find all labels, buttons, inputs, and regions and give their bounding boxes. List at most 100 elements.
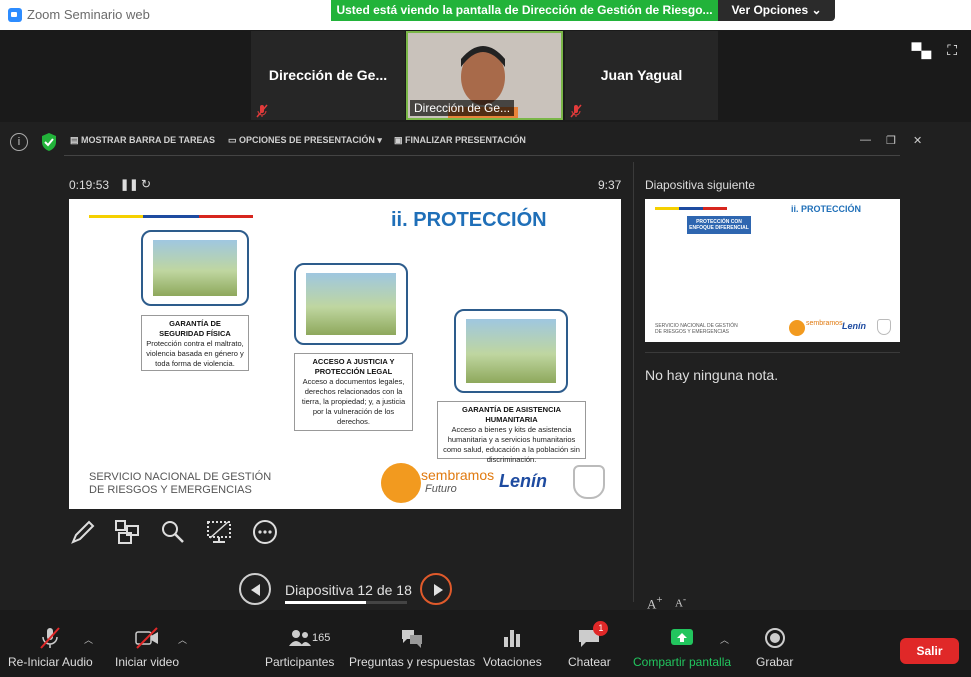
pen-icon[interactable] (69, 518, 97, 546)
participants-count: 165 (312, 632, 331, 644)
polls-label: Votaciones (483, 655, 542, 669)
black-screen-icon[interactable] (205, 518, 233, 546)
mic-muted-icon (40, 627, 61, 649)
flag-stripe (89, 215, 253, 218)
speaker-notes: No hay ninguna nota. (645, 367, 779, 383)
qa-bubbles-icon (402, 630, 423, 648)
next-slide-label: Diapositiva siguiente (645, 178, 756, 192)
chat-button[interactable]: 1 Chatear (568, 621, 611, 669)
org-line: DE RIESGOS Y EMERGENCIAS (89, 484, 252, 496)
justice-illustration (294, 263, 408, 345)
qa-button[interactable]: Preguntas y respuestas (349, 627, 475, 669)
organization-name: SERVICIO NACIONAL DE GESTIÓN DE RIESGOS … (89, 471, 271, 497)
participant-tile-left[interactable]: Dirección de Ge... (251, 31, 405, 120)
coat-of-arms-icon (573, 465, 605, 499)
logo-subtext: Futuro (425, 483, 457, 495)
logo-text: sembramos (421, 467, 495, 483)
audio-label: Re-Iniciar Audio (8, 655, 93, 669)
record-label: Grabar (756, 655, 794, 669)
restore-icon[interactable]: ❐ (886, 134, 896, 147)
card-security: GARANTÍA DE SEGURIDAD FÍSICA Protección … (141, 315, 249, 371)
record-button[interactable]: Grabar (756, 627, 793, 669)
presenter-toolbar: i ▤ MOSTRAR BARRA DE TAREAS ▭ OPCIONES D… (0, 130, 922, 154)
next-slide-button[interactable] (420, 573, 452, 605)
card-body: Acceso a bienes y kits de asistencia hum… (443, 425, 580, 464)
qa-label: Preguntas y respuestas (349, 655, 476, 669)
info-icon[interactable]: i (10, 133, 28, 151)
chat-icon: 1 (576, 621, 609, 649)
signature-logo: Lenín (499, 471, 547, 491)
clock: 9:37 (598, 178, 622, 192)
participants-icon (288, 630, 311, 646)
participants-label: Participantes (265, 655, 335, 669)
window-title: Zoom Seminario web (27, 7, 150, 22)
panel-divider[interactable] (633, 162, 634, 602)
chat-badge: 1 (593, 621, 609, 636)
audio-options-chevron-icon[interactable]: ︿ (84, 633, 93, 646)
zoom-logo-icon (8, 8, 22, 22)
fullscreen-icon[interactable]: ⛶ (947, 42, 957, 58)
leave-button[interactable]: Salir (900, 638, 959, 664)
notes-divider (645, 352, 900, 353)
video-options-chevron-icon[interactable]: ︿ (178, 633, 187, 646)
logo-text: sembramos (806, 320, 843, 327)
tree-logo-icon (381, 463, 421, 503)
card-body: Protección contra el maltrato, violencia… (146, 339, 244, 368)
more-options-icon[interactable] (251, 518, 279, 546)
zoom-magnifier-icon[interactable] (159, 518, 187, 546)
slide-title: ii. PROTECCIÓN (391, 209, 547, 231)
card-humanitarian: GARANTÍA DE ASISTENCIA HUMANITARIA Acces… (437, 401, 586, 464)
slide-progress-bar (285, 601, 407, 604)
participant-video-tile[interactable]: Dirección de Ge... (406, 31, 563, 120)
card-justice: ACCESO A JUSTICIA Y PROTECCIÓN LEGAL Acc… (294, 353, 413, 431)
decrease-font-icon[interactable]: A- (675, 594, 686, 610)
card-heading: GARANTÍA DE ASISTENCIA HUMANITARIA (461, 405, 562, 424)
increase-font-icon[interactable]: A+ (647, 594, 663, 612)
mic-muted-icon (570, 104, 582, 118)
taskbar-icon: ▤ (70, 135, 82, 145)
show-taskbar-button[interactable]: ▤ MOSTRAR BARRA DE TAREAS (70, 135, 215, 146)
current-slide: ii. PROTECCIÓN GARANTÍA DE SEGURIDAD FÍS… (69, 199, 621, 509)
share-screen-button[interactable]: Compartir pantalla (633, 627, 731, 669)
restart-timer-icon[interactable]: ↻ (141, 177, 151, 191)
next-slide-preview[interactable]: ii. PROTECCIÓN PROTECCIÓN CON ENFOQUE DI… (645, 199, 900, 342)
end-icon: ▣ (394, 135, 406, 145)
presenter-view: i ▤ MOSTRAR BARRA DE TAREAS ▭ OPCIONES D… (0, 122, 971, 612)
share-screen-label: Compartir pantalla (633, 655, 732, 669)
pause-icon[interactable]: ❚❚ (120, 178, 138, 191)
signature-logo: Lenín (842, 321, 866, 331)
presentation-options-button[interactable]: ▭ OPCIONES DE PRESENTACIÓN ▾ (228, 135, 382, 146)
participant-name: Juan Yagual (600, 67, 683, 83)
organization-name: SERVICIO NACIONAL DE GESTIÓN DE RIESGOS … (655, 323, 738, 335)
shield-icon[interactable] (40, 132, 58, 152)
card-heading: ACCESO A JUSTICIA Y PROTECCIÓN LEGAL (312, 357, 395, 376)
polls-button[interactable]: Votaciones (483, 627, 542, 669)
slide-progress-fill (285, 601, 367, 604)
polls-icon (504, 630, 521, 647)
share-banner: Usted está viendo la pantalla de Direcci… (331, 0, 718, 21)
flag-stripe (655, 207, 727, 210)
previous-slide-button[interactable] (239, 573, 271, 605)
audio-button[interactable]: Re-Iniciar Audio (8, 627, 93, 669)
share-options-chevron-icon[interactable]: ︿ (720, 633, 729, 646)
view-controls: ▀▄ ⛶ (911, 42, 957, 59)
org-line: DE RIESGOS Y EMERGENCIAS (655, 329, 730, 335)
org-line: SERVICIO NACIONAL DE GESTIÓN (89, 471, 272, 483)
options-icon: ▭ (228, 135, 240, 145)
security-illustration (141, 230, 249, 306)
coat-of-arms-icon (877, 319, 891, 335)
elapsed-timer: 0:19:53 (69, 178, 110, 192)
participant-tile-right[interactable]: Juan Yagual (565, 31, 718, 120)
view-options-button[interactable]: Ver Opciones ⌄ (718, 0, 835, 21)
end-presentation-button[interactable]: ▣ FINALIZAR PRESENTACIÓN (394, 135, 526, 146)
video-off-icon (135, 627, 159, 649)
card-heading: GARANTÍA DE SEGURIDAD FÍSICA (159, 319, 231, 338)
humanitarian-illustration (454, 309, 568, 393)
video-button[interactable]: Iniciar video (115, 627, 179, 669)
slides-grid-icon[interactable] (113, 518, 141, 546)
share-screen-icon (671, 629, 694, 645)
participant-name: Dirección de Ge... (410, 100, 515, 116)
close-icon[interactable]: ✕ (913, 134, 922, 147)
minimize-icon[interactable]: — (860, 134, 871, 146)
layout-icon[interactable]: ▀▄ (911, 42, 931, 58)
